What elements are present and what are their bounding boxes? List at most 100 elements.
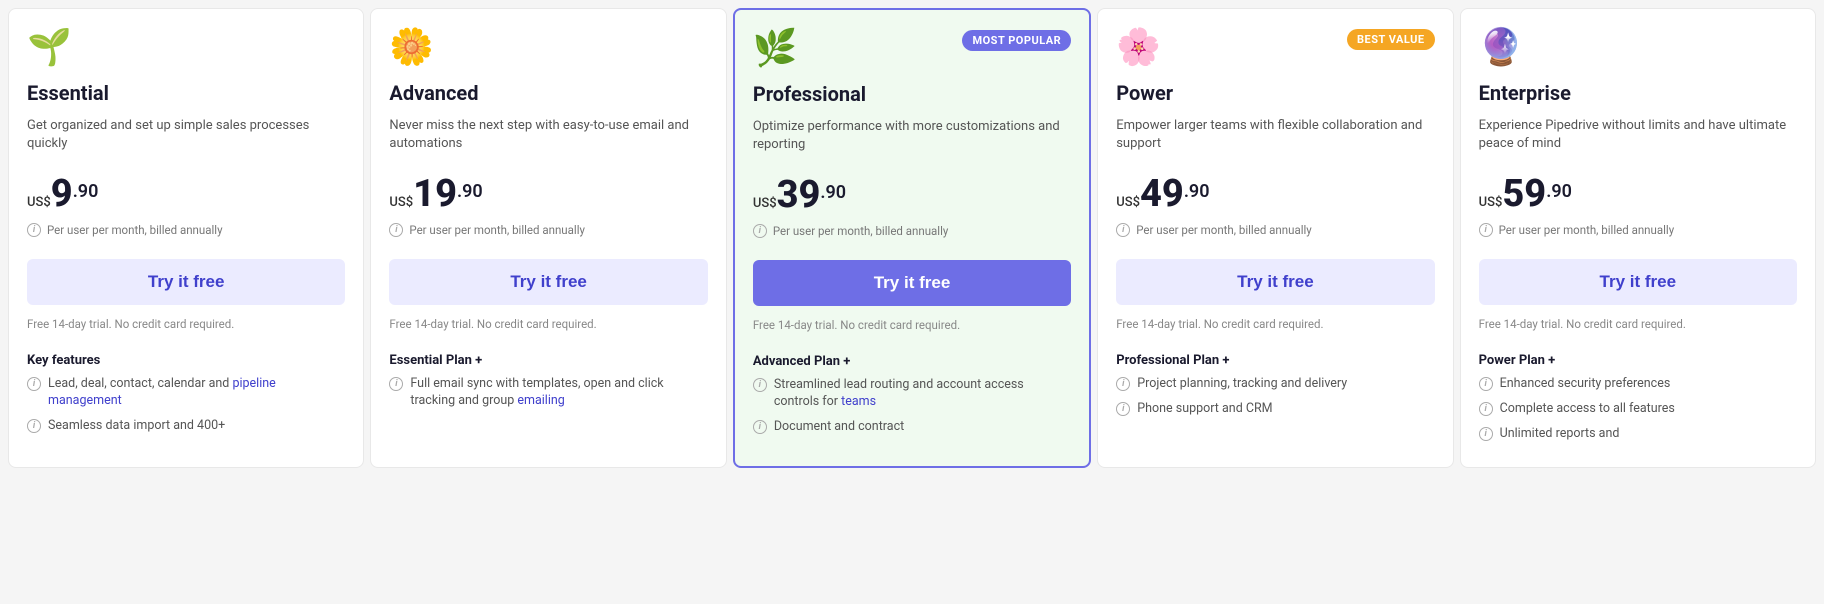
plan-header-power: 🌸 BEST VALUE <box>1116 29 1434 65</box>
plan-icon-power: 🌸 <box>1116 29 1161 65</box>
feature-text-power-0: Project planning, tracking and delivery <box>1137 376 1347 393</box>
feature-item-enterprise-1: i Complete access to all features <box>1479 401 1797 418</box>
price-billing-advanced: i Per user per month, billed annually <box>389 223 707 237</box>
try-btn-advanced[interactable]: Try it free <box>389 259 707 305</box>
feature-info-icon-power-0: i <box>1116 377 1130 391</box>
feature-item-essential-0: i Lead, deal, contact, calendar and pipel… <box>27 376 345 410</box>
feature-item-professional-0: iStreamlined lead routing and account ac… <box>753 377 1071 411</box>
plan-description-essential: Get organized and set up simple sales pr… <box>27 117 345 157</box>
price-decimal-advanced: .90 <box>457 181 483 202</box>
feature-item-enterprise-2: i Unlimited reports and <box>1479 426 1797 443</box>
features-section-enterprise: Power Plan + i Enhanced security preferenc… <box>1479 353 1797 451</box>
price-currency-essential: US$ <box>27 195 51 210</box>
feature-item-professional-1: i Document and contract <box>753 419 1071 436</box>
billing-text-professional: Per user per month, billed annually <box>773 224 949 238</box>
plan-badge-professional: MOST POPULAR <box>962 30 1071 51</box>
feature-item-power-1: i Phone support and CRM <box>1116 401 1434 418</box>
features-section-power: Professional Plan + i Project planning, tr… <box>1116 353 1434 426</box>
price-amount-advanced: 19 <box>413 175 457 213</box>
plan-description-power: Empower larger teams with flexible colla… <box>1116 117 1434 157</box>
billing-info-icon-enterprise: i <box>1479 223 1493 237</box>
price-billing-enterprise: i Per user per month, billed annually <box>1479 223 1797 237</box>
plan-name-essential: Essential <box>27 81 345 105</box>
plan-icon-enterprise: 🔮 <box>1479 29 1524 65</box>
plan-price-enterprise: US$59.90 <box>1479 175 1797 213</box>
price-billing-essential: i Per user per month, billed annually <box>27 223 345 237</box>
trial-note-power: Free 14-day trial. No credit card requir… <box>1116 317 1434 331</box>
billing-info-icon-advanced: i <box>389 223 403 237</box>
feature-info-icon-enterprise-1: i <box>1479 402 1493 416</box>
features-section-professional: Advanced Plan +iStreamlined lead routing… <box>753 354 1071 444</box>
try-btn-power[interactable]: Try it free <box>1116 259 1434 305</box>
trial-note-enterprise: Free 14-day trial. No credit card requir… <box>1479 317 1797 331</box>
plan-card-essential: 🌱 Essential Get organized and set up simpl… <box>8 8 364 468</box>
price-currency-power: US$ <box>1116 195 1140 210</box>
feature-text-essential-0: Lead, deal, contact, calendar and pipeli… <box>48 376 345 410</box>
plan-icon-essential: 🌱 <box>27 29 72 65</box>
price-decimal-essential: .90 <box>73 181 99 202</box>
features-title-essential: Key features <box>27 353 345 368</box>
feature-text-power-1: Phone support and CRM <box>1137 401 1272 418</box>
plan-header-essential: 🌱 <box>27 29 345 65</box>
plan-name-power: Power <box>1116 81 1434 105</box>
plan-description-advanced: Never miss the next step with easy-to-us… <box>389 117 707 157</box>
plan-name-advanced: Advanced <box>389 81 707 105</box>
plan-price-essential: US$9.90 <box>27 175 345 213</box>
plan-card-power: 🌸 BEST VALUE Power Empower larger teams wit… <box>1097 8 1453 468</box>
feature-item-advanced-0: i Full email sync with templates, open an… <box>389 376 707 410</box>
billing-text-essential: Per user per month, billed annually <box>47 223 223 237</box>
feature-info-icon-professional-0: i <box>753 378 767 392</box>
feature-info-icon-professional-1: i <box>753 420 767 434</box>
price-billing-power: i Per user per month, billed annually <box>1116 223 1434 237</box>
plan-price-power: US$49.90 <box>1116 175 1434 213</box>
billing-info-icon-essential: i <box>27 223 41 237</box>
feature-text-enterprise-1: Complete access to all features <box>1500 401 1675 418</box>
feature-text-advanced-0: Full email sync with templates, open and… <box>410 376 707 410</box>
feature-text-essential-1: Seamless data import and 400+ <box>48 418 225 435</box>
feature-text-professional-1: Document and contract <box>774 419 904 436</box>
plan-badge-power: BEST VALUE <box>1347 29 1435 50</box>
try-btn-enterprise[interactable]: Try it free <box>1479 259 1797 305</box>
try-btn-professional[interactable]: Try it free <box>753 260 1071 306</box>
features-title-enterprise: Power Plan + <box>1479 353 1797 368</box>
plan-card-professional: 🌿 MOST POPULAR Professional Optimize perfor… <box>733 8 1091 468</box>
feature-text-enterprise-2: Unlimited reports and <box>1500 426 1620 443</box>
plan-name-professional: Professional <box>753 82 1071 106</box>
feature-info-icon-advanced-0: i <box>389 377 403 391</box>
plan-icon-professional: 🌿 <box>753 30 798 66</box>
feature-info-icon-essential-1: i <box>27 419 41 433</box>
feature-item-essential-1: i Seamless data import and 400+ <box>27 418 345 435</box>
billing-text-advanced: Per user per month, billed annually <box>409 223 585 237</box>
billing-info-icon-professional: i <box>753 224 767 238</box>
features-section-advanced: Essential Plan + i Full email sync with te… <box>389 353 707 418</box>
feature-info-icon-essential-0: i <box>27 377 41 391</box>
billing-text-enterprise: Per user per month, billed annually <box>1499 223 1675 237</box>
price-decimal-enterprise: .90 <box>1546 181 1572 202</box>
features-title-power: Professional Plan + <box>1116 353 1434 368</box>
plan-card-advanced: 🌼 Advanced Never miss the next step with e… <box>370 8 726 468</box>
price-currency-professional: US$ <box>753 196 777 211</box>
feature-info-icon-enterprise-2: i <box>1479 427 1493 441</box>
plan-header-advanced: 🌼 <box>389 29 707 65</box>
features-title-advanced: Essential Plan + <box>389 353 707 368</box>
billing-info-icon-power: i <box>1116 223 1130 237</box>
feature-text-enterprise-0: Enhanced security preferences <box>1500 376 1671 393</box>
price-amount-power: 49 <box>1140 175 1184 213</box>
trial-note-professional: Free 14-day trial. No credit card requir… <box>753 318 1071 332</box>
plan-header-professional: 🌿 MOST POPULAR <box>753 30 1071 66</box>
trial-note-essential: Free 14-day trial. No credit card requir… <box>27 317 345 331</box>
plan-description-professional: Optimize performance with more customiza… <box>753 118 1071 158</box>
billing-text-power: Per user per month, billed annually <box>1136 223 1312 237</box>
price-amount-professional: 39 <box>777 176 821 214</box>
plan-description-enterprise: Experience Pipedrive without limits and … <box>1479 117 1797 157</box>
try-btn-essential[interactable]: Try it free <box>27 259 345 305</box>
plan-card-enterprise: 🔮EnterpriseExperience Pipedrive without … <box>1460 8 1816 468</box>
price-currency-enterprise: US$ <box>1479 195 1503 210</box>
price-decimal-professional: .90 <box>820 182 846 203</box>
plans-container: 🌱 Essential Get organized and set up simpl… <box>8 8 1816 468</box>
price-decimal-power: .90 <box>1184 181 1210 202</box>
trial-note-advanced: Free 14-day trial. No credit card requir… <box>389 317 707 331</box>
plan-price-advanced: US$19.90 <box>389 175 707 213</box>
feature-info-icon-power-1: i <box>1116 402 1130 416</box>
features-section-essential: Key features i Lead, deal, contact, calend… <box>27 353 345 443</box>
